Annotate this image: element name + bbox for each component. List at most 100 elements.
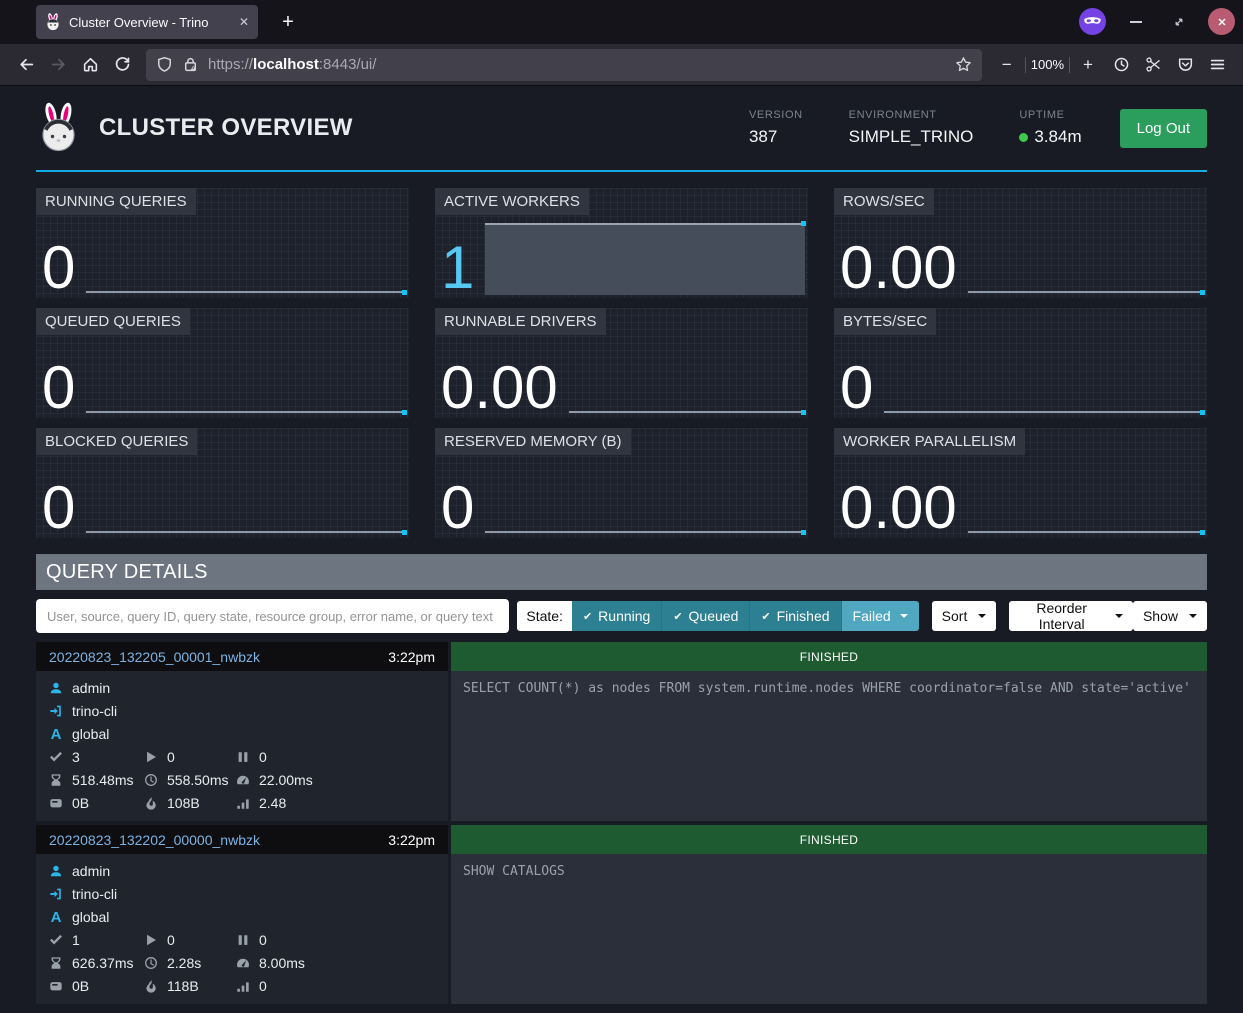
bookmark-star-icon[interactable] bbox=[955, 56, 972, 73]
tracking-protection-shield-icon[interactable] bbox=[156, 56, 173, 73]
screenshot-scissors-icon[interactable] bbox=[1137, 50, 1169, 80]
trino-cluster-overview-page: CLUSTER OVERVIEW VERSION 387 ENVIRONMENT… bbox=[0, 86, 1243, 1013]
menu-hamburger-icon[interactable] bbox=[1201, 50, 1233, 80]
zoom-level[interactable]: 100% bbox=[1031, 57, 1064, 72]
home-button[interactable] bbox=[74, 50, 106, 80]
query-filter-toolbar: State: ✔Running ✔Queued ✔Finished Failed… bbox=[36, 599, 1207, 633]
running-splits-play-icon bbox=[144, 933, 158, 947]
elapsed-time-clock-icon bbox=[144, 956, 158, 970]
stat-label: RESERVED MEMORY (B) bbox=[435, 428, 631, 455]
tab-close-icon[interactable]: ✕ bbox=[239, 15, 249, 29]
stat-card-queued-queries: 0 QUEUED QUERIES bbox=[36, 308, 409, 418]
stat-value: 0.00 bbox=[840, 240, 968, 295]
zoom-out-button[interactable]: − bbox=[994, 55, 1020, 75]
uptime-label: UPTIME bbox=[1019, 109, 1081, 121]
version-stat: VERSION 387 bbox=[749, 109, 803, 147]
elapsed-time: 558.50ms bbox=[167, 772, 228, 788]
cpu-time-gauge-icon bbox=[236, 956, 250, 970]
browser-titlebar: Cluster Overview - Trino ✕ + bbox=[0, 0, 1243, 44]
completed-splits-check-icon bbox=[49, 750, 63, 764]
back-button[interactable] bbox=[10, 50, 42, 80]
reorder-interval-dropdown[interactable]: Reorder Interval bbox=[1009, 601, 1133, 631]
elapsed-time-clock-icon bbox=[144, 773, 158, 787]
history-clock-icon[interactable] bbox=[1105, 50, 1137, 80]
queued-splits: 0 bbox=[259, 749, 267, 765]
stat-value: 0 bbox=[42, 480, 86, 535]
sparkline bbox=[86, 291, 406, 293]
zoom-in-button[interactable]: + bbox=[1075, 55, 1101, 75]
version-label: VERSION bbox=[749, 109, 803, 121]
sparkline bbox=[884, 411, 1204, 413]
stat-card-bytes-sec: 0 BYTES/SEC bbox=[834, 308, 1207, 418]
check-icon: ✔ bbox=[583, 610, 592, 623]
uptime-status-dot bbox=[1019, 133, 1028, 142]
state-filter-queued[interactable]: ✔Queued bbox=[662, 601, 750, 631]
peak-memory: 108B bbox=[167, 795, 200, 811]
stat-label: WORKER PARALLELISM bbox=[834, 428, 1025, 455]
stat-card-running-queries: 0 RUNNING QUERIES bbox=[36, 188, 409, 298]
source-sign-in-icon bbox=[49, 704, 63, 718]
queued-time: 518.48ms bbox=[72, 772, 133, 788]
stat-card-worker-parallelism: 0.00 WORKER PARALLELISM bbox=[834, 428, 1207, 538]
query-sql-text: SELECT COUNT(*) as nodes FROM system.run… bbox=[451, 671, 1207, 821]
window-close-button[interactable] bbox=[1208, 8, 1235, 35]
query-header: 20220823_132202_00000_nwbzk 3:22pm bbox=[36, 825, 448, 854]
window-restore-button[interactable] bbox=[1165, 8, 1192, 35]
completed-splits-check-icon bbox=[49, 933, 63, 947]
queued-time-hourglass-icon bbox=[49, 773, 63, 787]
window-minimize-button[interactable] bbox=[1122, 8, 1149, 35]
query-user: admin bbox=[72, 680, 110, 696]
state-filter-running[interactable]: ✔Running bbox=[572, 601, 662, 631]
query-user: admin bbox=[72, 863, 110, 879]
cumulative-memory-chart-icon bbox=[236, 979, 250, 993]
browser-tab[interactable]: Cluster Overview - Trino ✕ bbox=[36, 5, 258, 39]
new-tab-button[interactable]: + bbox=[274, 8, 302, 36]
caret-down-icon bbox=[978, 614, 986, 618]
query-header: 20220823_132205_00001_nwbzk 3:22pm bbox=[36, 642, 448, 671]
current-memory-icon bbox=[49, 796, 63, 810]
sparkline bbox=[569, 411, 805, 413]
trino-favicon bbox=[45, 13, 61, 31]
forward-button[interactable] bbox=[42, 50, 74, 80]
sort-dropdown[interactable]: Sort bbox=[932, 601, 997, 631]
queued-splits-pause-icon bbox=[236, 750, 250, 764]
query-time: 3:22pm bbox=[388, 649, 435, 665]
url-text: https://localhost:8443/ui/ bbox=[208, 56, 946, 73]
sparkline bbox=[86, 411, 406, 413]
cluster-stats-grid: 0 RUNNING QUERIES 1 ACTIVE WORKERS 0.00 … bbox=[36, 188, 1207, 538]
connection-lock-warning-icon[interactable] bbox=[182, 56, 199, 73]
address-bar[interactable]: https://localhost:8443/ui/ bbox=[146, 49, 982, 81]
query-sql-text: SHOW CATALOGS bbox=[451, 854, 1207, 1004]
stat-label: BLOCKED QUERIES bbox=[36, 428, 197, 455]
stat-label: BYTES/SEC bbox=[834, 308, 936, 335]
query-id-link[interactable]: 20220823_132202_00000_nwbzk bbox=[49, 832, 388, 848]
state-filter-failed-dropdown[interactable]: Failed bbox=[842, 601, 919, 631]
stat-card-blocked-queries: 0 BLOCKED QUERIES bbox=[36, 428, 409, 538]
queued-splits-pause-icon bbox=[236, 933, 250, 947]
queued-splits: 0 bbox=[259, 932, 267, 948]
peak-memory-fire-icon bbox=[144, 979, 158, 993]
current-memory: 0B bbox=[72, 795, 89, 811]
uptime-value: 3.84m bbox=[1034, 127, 1081, 147]
show-dropdown[interactable]: Show bbox=[1133, 601, 1207, 631]
sparkline bbox=[485, 531, 805, 533]
logout-button[interactable]: Log Out bbox=[1120, 109, 1207, 148]
peak-memory: 118B bbox=[167, 978, 199, 994]
query-source: trino-cli bbox=[72, 703, 117, 719]
trino-logo bbox=[36, 102, 82, 154]
pocket-icon[interactable] bbox=[1169, 50, 1201, 80]
current-memory: 0B bbox=[72, 978, 89, 994]
query-row: 20220823_132202_00000_nwbzk 3:22pm admin… bbox=[36, 825, 1207, 1004]
stat-label: ROWS/SEC bbox=[834, 188, 934, 215]
sparkline bbox=[485, 223, 805, 295]
state-filter-finished[interactable]: ✔Finished bbox=[750, 601, 841, 631]
sparkline bbox=[968, 531, 1204, 533]
cpu-time: 8.00ms bbox=[259, 955, 305, 971]
query-id-link[interactable]: 20220823_132205_00001_nwbzk bbox=[49, 649, 388, 665]
reload-button[interactable] bbox=[106, 50, 138, 80]
page-title: CLUSTER OVERVIEW bbox=[99, 114, 749, 142]
running-splits-play-icon bbox=[144, 750, 158, 764]
stat-value: 0 bbox=[42, 360, 86, 415]
sparkline bbox=[86, 531, 406, 533]
query-search-input[interactable] bbox=[36, 599, 509, 633]
